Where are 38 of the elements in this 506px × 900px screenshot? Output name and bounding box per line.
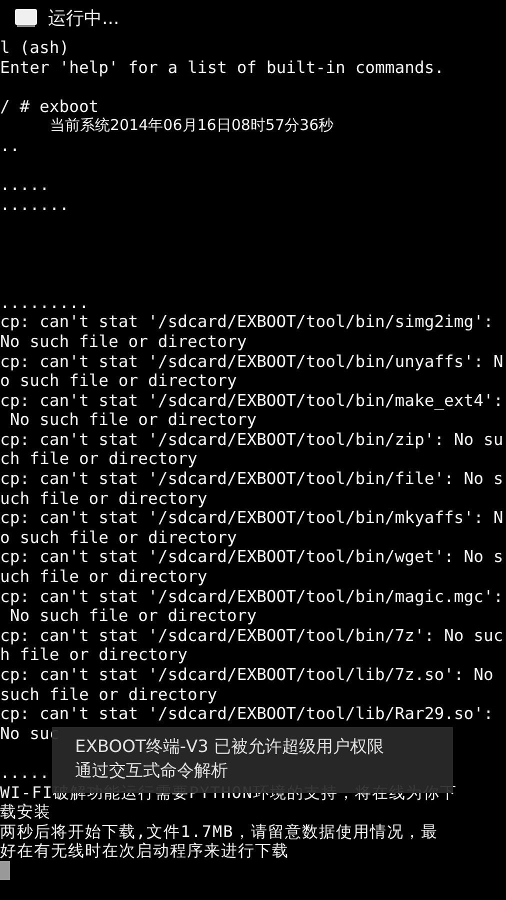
terminal-line: h file or directory bbox=[0, 645, 188, 664]
terminal-line: .. bbox=[0, 136, 20, 155]
terminal-line: cp: can't stat '/sdcard/EXBOOT/tool/bin/mkyaffs': N bbox=[0, 508, 504, 528]
terminal-line: cp: can't stat '/sdcard/EXBOOT/tool/lib/Rar29.so': bbox=[0, 704, 494, 724]
terminal-line: No suc bbox=[0, 724, 60, 743]
terminal-line: / # exboot bbox=[0, 96, 99, 116]
terminal-line: cp: can't stat '/sdcard/EXBOOT/tool/bin/unyaffs': N bbox=[0, 352, 504, 370]
terminal-line: o such file or directory bbox=[0, 371, 237, 390]
terminal-line: l (ash) bbox=[0, 38, 70, 57]
terminal-line: ..... bbox=[0, 175, 50, 194]
terminal-line: 好在有无线时在次启动程序来进行下载 bbox=[0, 841, 289, 860]
terminal-line: ..... bbox=[0, 762, 50, 782]
terminal-line: ....... bbox=[0, 194, 70, 214]
terminal-icon bbox=[15, 9, 37, 27]
terminal-line: 两秒后将开始下载,文件1.7MB，请留意数据使用情况，最 bbox=[0, 822, 438, 841]
terminal-line: such file or directory bbox=[0, 684, 218, 704]
terminal-line: No such file or directory bbox=[8, 410, 257, 430]
terminal-line: cp: can't stat '/sdcard/EXBOOT/tool/bin/zip': No su bbox=[0, 430, 504, 449]
terminal-line: cp: can't stat '/sdcard/EXBOOT/tool/bin/simg2img': bbox=[0, 312, 494, 332]
terminal-line: uch file or directory bbox=[0, 567, 208, 586]
terminal-line: cp: can't stat '/sdcard/EXBOOT/tool/bin/magic.mgc': bbox=[0, 586, 504, 606]
terminal-line: cp: can't stat '/sdcard/EXBOOT/tool/lib/7z.so': No bbox=[0, 665, 494, 684]
terminal-line: ch file or directory bbox=[0, 449, 198, 468]
window-title: 运行中... bbox=[48, 7, 120, 30]
terminal-line: cp: can't stat '/sdcard/EXBOOT/tool/bin/make_ext4': bbox=[0, 390, 504, 410]
terminal-line: 当前系统2014年06月16日08时57分36秒 bbox=[49, 116, 334, 134]
terminal-line: o such file or directory bbox=[0, 528, 237, 547]
terminal-line: cp: can't stat '/sdcard/EXBOOT/tool/bin/file': No s bbox=[0, 469, 504, 488]
terminal-line: Enter 'help' for a list of built-in commands. bbox=[0, 58, 444, 77]
terminal-line: uch file or directory bbox=[0, 488, 208, 508]
terminal-line: WI-FI破解功能运行需要PYTHON环境的支持，将在线为你下 bbox=[0, 782, 457, 802]
terminal-line: No such file or directory bbox=[0, 332, 247, 351]
terminal-line: cp: can't stat '/sdcard/EXBOOT/tool/bin/wget': No s bbox=[0, 547, 504, 566]
terminal-line: cp: can't stat '/sdcard/EXBOOT/tool/bin/7z': No suc bbox=[0, 626, 504, 645]
terminal-line: No such file or directory bbox=[8, 606, 257, 626]
text-cursor bbox=[0, 860, 10, 880]
terminal-line: 载安装 bbox=[0, 802, 51, 822]
terminal-line: ......... bbox=[0, 292, 89, 312]
